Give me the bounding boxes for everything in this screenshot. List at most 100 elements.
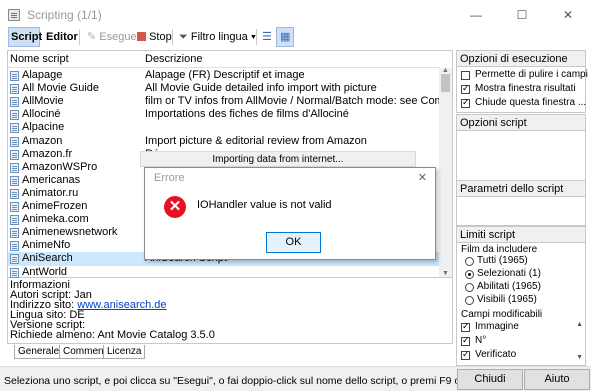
script-name: Alapage: [22, 69, 63, 81]
film-option-radio[interactable]: [465, 296, 474, 305]
script-file-icon: [10, 110, 19, 121]
toolbar: Script Editor ✎ Esegue Stop ⏷ Filtro lin…: [0, 26, 591, 48]
dialog-close-icon[interactable]: ✕: [418, 171, 427, 184]
list-header: Nome script Descrizione: [8, 51, 440, 68]
script-description: All Movie Guide detailed info import wit…: [145, 82, 377, 95]
info-site-link[interactable]: www.anisearch.de: [77, 299, 166, 311]
exec-options-header[interactable]: Opzioni di esecuzione: [456, 50, 586, 67]
fields-scroll-up-icon[interactable]: ▲: [576, 321, 583, 328]
help-button[interactable]: Aiuto: [524, 369, 590, 390]
toolbar-separator: [256, 29, 257, 45]
script-description: Importations des fiches de films d'Alloc…: [145, 108, 349, 121]
script-name: AllMovie: [22, 95, 64, 108]
status-bar: Seleziona uno script, e poi clicca su "E…: [0, 366, 591, 391]
fields-scroll-down-icon[interactable]: ▼: [576, 354, 583, 361]
progress-popup: Importing data from internet...: [140, 151, 416, 167]
script-name: Animenewsnetwork: [22, 226, 118, 239]
script-file-icon: [10, 267, 19, 278]
exec-option-checkbox[interactable]: [461, 97, 470, 108]
script-limits-body: Film da includere Tutti (1965) Seleziona…: [456, 243, 586, 366]
scroll-down-icon[interactable]: ▼: [439, 270, 452, 277]
exec-option-label: Chiude questa finestra ...: [475, 97, 587, 108]
table-row[interactable]: AllMovie film or TV infos from AllMovie /…: [8, 95, 440, 108]
script-name: All Movie Guide: [22, 82, 100, 95]
filter-icon: ⏷: [179, 31, 188, 43]
script-name: AmazonWSPro: [22, 160, 98, 173]
script-name: Allociné: [22, 108, 61, 121]
script-limits-header[interactable]: Limiti script: [456, 226, 586, 243]
tab-general[interactable]: Generale: [14, 345, 64, 359]
exec-option-label: Mostra finestra risultati: [475, 83, 576, 94]
toolbar-separator: [172, 29, 173, 45]
dialog-title-bar: Errore ✕: [145, 168, 435, 188]
window-title: Scripting (1/1): [27, 8, 102, 22]
vertical-scrollbar[interactable]: ▲ ▼: [439, 67, 452, 277]
dialog-message: IOHandler value is not valid: [197, 199, 332, 211]
script-file-icon: [10, 215, 19, 226]
stop-label: Stop: [149, 31, 172, 43]
script-name: Americanas: [22, 173, 81, 186]
script-file-icon: [10, 84, 19, 95]
list-view-icon[interactable]: ☰: [259, 27, 275, 47]
stop-icon: [137, 32, 146, 41]
error-dialog: Errore ✕ ✕ IOHandler value is not valid …: [144, 167, 436, 260]
script-file-icon: [10, 254, 19, 265]
table-row[interactable]: Allociné Importations des fiches de films…: [8, 108, 440, 121]
tab-license[interactable]: Licenza: [103, 345, 146, 359]
field-label: N°: [475, 335, 487, 346]
grid-view-icon[interactable]: ▦: [276, 27, 295, 47]
exec-option-checkbox[interactable]: [461, 71, 470, 80]
field-checkbox[interactable]: [461, 321, 470, 332]
field-checkbox[interactable]: [461, 335, 470, 346]
table-row[interactable]: Alapage Alapage (FR) Descriptif et image: [8, 69, 440, 82]
film-option-label: Tutti (1965): [477, 255, 528, 266]
toolbar-separator: [79, 29, 80, 45]
films-include-label: Film da includere: [461, 244, 538, 255]
table-row[interactable]: AntWorld: [8, 266, 440, 279]
language-filter-button[interactable]: ⏷ Filtro lingua ▾: [176, 27, 259, 47]
script-file-icon: [10, 149, 19, 160]
table-row[interactable]: All Movie Guide All Movie Guide detailed …: [8, 82, 440, 95]
script-file-icon: [10, 162, 19, 173]
run-button[interactable]: ✎ Esegue: [84, 27, 140, 47]
film-option-radio[interactable]: [465, 257, 474, 266]
exec-option-checkbox[interactable]: [461, 83, 470, 94]
ok-button[interactable]: OK: [266, 232, 321, 253]
script-name: Amazon.fr: [22, 147, 73, 160]
exec-options-body: Permette di pulire i campi Mostra finest…: [456, 67, 588, 113]
scroll-thumb[interactable]: [441, 74, 450, 92]
column-name-header[interactable]: Nome script: [10, 53, 69, 65]
film-option-label: Selezionati (1): [477, 268, 541, 279]
script-file-icon: [10, 202, 19, 212]
column-description-header[interactable]: Descrizione: [145, 53, 202, 65]
tab-script[interactable]: Script: [8, 27, 42, 47]
field-checkbox[interactable]: [461, 349, 470, 360]
exec-option-label: Permette di pulire i campi: [475, 69, 588, 80]
script-options-header[interactable]: Opzioni script: [456, 114, 586, 131]
film-option-radio[interactable]: [465, 283, 474, 292]
script-description: Import picture & editorial review from A…: [145, 134, 367, 147]
tab-editor[interactable]: Editor: [43, 27, 81, 47]
table-row[interactable]: Amazon Import picture & editorial review …: [8, 135, 440, 148]
script-name: AnimeFrozen: [22, 200, 88, 212]
info-panel: Informazioni Autori script: Jan Indirizz…: [7, 278, 453, 344]
run-icon: ✎: [87, 31, 97, 43]
table-row[interactable]: Alpacine: [8, 121, 440, 134]
script-name: AnimeNfo: [22, 239, 71, 252]
script-params-body: [456, 197, 586, 226]
stop-button[interactable]: Stop: [134, 27, 175, 47]
script-params-header[interactable]: Parametri dello script: [456, 180, 586, 197]
editable-fields-label: Campi modificabili: [461, 309, 543, 320]
close-window-button[interactable]: Chiudi: [457, 369, 523, 390]
filter-label: Filtro lingua ▾: [190, 31, 257, 43]
run-label: Esegue: [99, 31, 137, 43]
script-file-icon: [10, 97, 19, 108]
script-file-icon: [10, 71, 19, 81]
script-name: Alpacine: [22, 121, 65, 134]
field-label: Immagine: [475, 321, 519, 332]
script-options-body: [456, 131, 586, 181]
script-file-icon: [10, 123, 19, 134]
status-text: Seleziona uno script, e poi clicca su "E…: [4, 375, 516, 387]
script-description: film or TV infos from AllMovie / Normal/…: [145, 95, 440, 108]
film-option-radio[interactable]: [465, 270, 474, 279]
